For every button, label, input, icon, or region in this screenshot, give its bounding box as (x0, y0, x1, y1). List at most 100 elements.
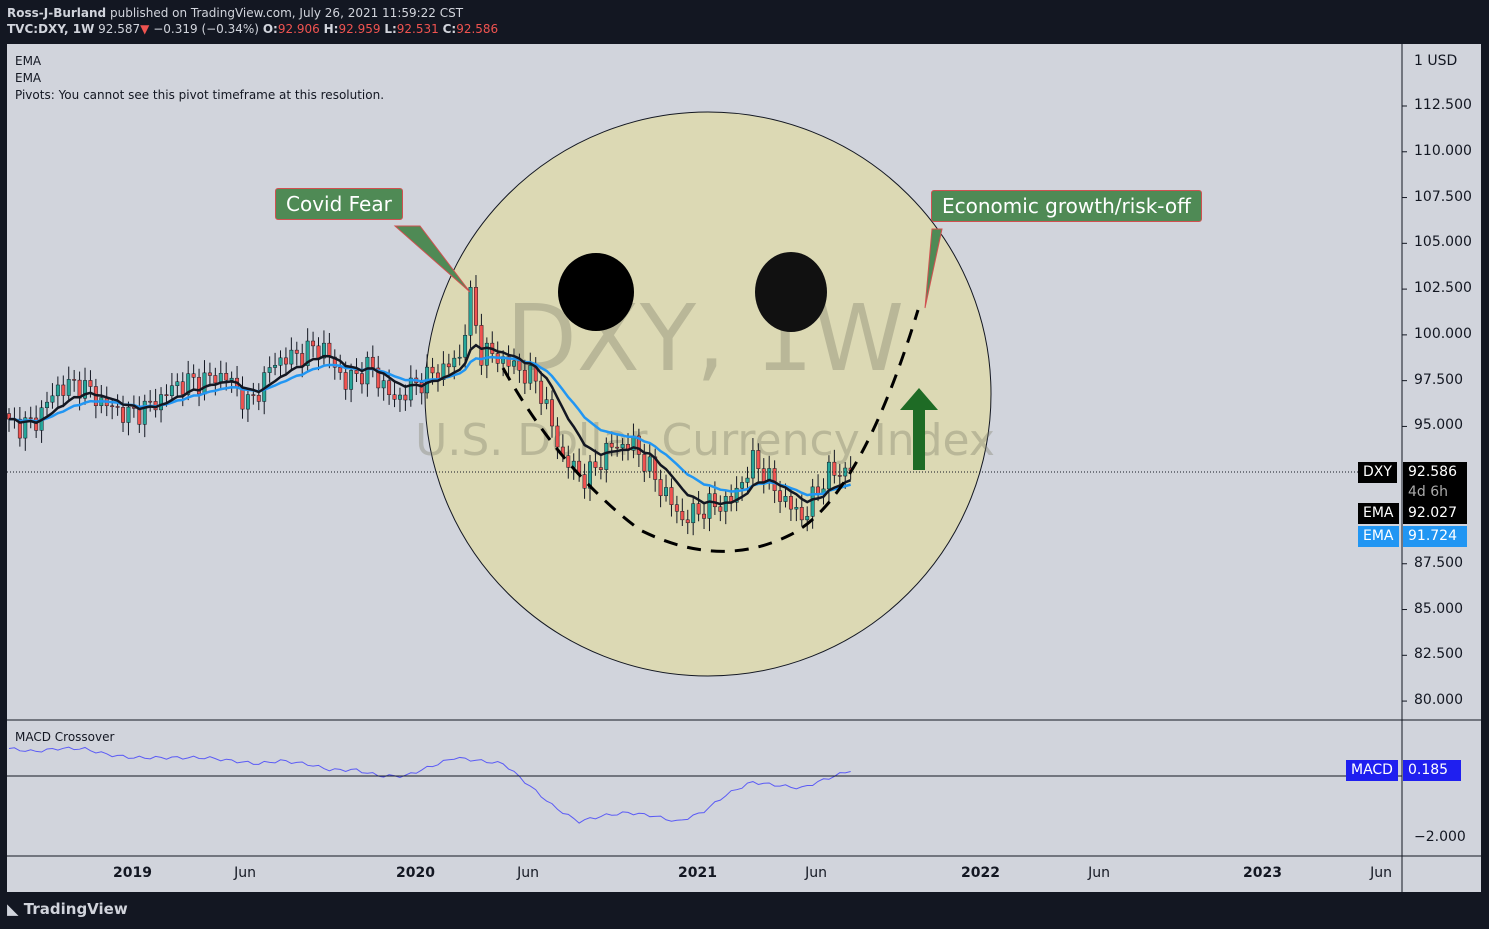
legend-ema-1[interactable]: EMA (15, 53, 384, 70)
candle-body (669, 487, 674, 505)
candle-body (816, 486, 821, 495)
price-tick: 82.500 (1414, 646, 1463, 663)
candle-body (354, 370, 359, 374)
candle-body (566, 455, 571, 468)
candle-body (555, 425, 560, 448)
candle-body (180, 381, 185, 395)
candle-body (761, 468, 766, 483)
candle-body (484, 342, 489, 366)
tradingview-logo[interactable]: ◣ TradingView (7, 900, 128, 918)
price-tick: 102.500 (1414, 280, 1472, 297)
price-tick: 80.000 (1414, 692, 1463, 709)
candle-body (360, 373, 364, 385)
candle-body (240, 387, 245, 410)
candle-body (251, 394, 256, 396)
ema-fast-tag-label: EMA (1358, 503, 1399, 524)
candle-body (664, 487, 668, 497)
candle-body (528, 365, 533, 384)
candle-body (544, 399, 549, 404)
candle-body (582, 474, 587, 489)
candle-body (707, 493, 712, 519)
candle-body (604, 443, 609, 470)
ema-slow-tag-value: 91.724 (1403, 526, 1467, 547)
candle-body (338, 367, 343, 373)
candle-body (826, 461, 831, 490)
chart-canvas[interactable]: DXY, 1WU.S. Dollar Currency Index (0, 0, 1489, 929)
price-tick: 110.000 (1414, 142, 1472, 159)
candle-body (539, 380, 544, 404)
candle-body (50, 395, 55, 403)
candle-body (387, 380, 392, 395)
candle-body (408, 377, 413, 401)
candle-body (110, 405, 115, 408)
candle-body (159, 394, 163, 411)
annotation-economic-growth[interactable]: Economic growth/risk-off (931, 190, 1202, 222)
candle-body (805, 516, 810, 521)
legend-pivots[interactable]: Pivots: You cannot see this pivot timefr… (15, 87, 384, 104)
dxy-tag-value: 92.586 (1403, 462, 1467, 483)
candle-body (446, 363, 451, 368)
ema-slow-tag-label: EMA (1358, 526, 1399, 547)
time-tick: 2023 (1243, 865, 1282, 881)
macd-axis-tick: −2.000 (1414, 829, 1466, 845)
candle-body (799, 507, 804, 521)
candle-body (522, 370, 527, 384)
candle-body (550, 399, 554, 427)
candle-body (256, 395, 261, 402)
macd-tag-value: 0.185 (1403, 760, 1461, 781)
logo-icon: ◣ (7, 900, 19, 918)
candle-body (343, 372, 348, 390)
candle-body (517, 360, 522, 371)
candle-body (398, 394, 402, 400)
candle-body (273, 365, 278, 368)
candle-body (126, 406, 131, 423)
candle-body (267, 367, 272, 373)
candle-body (289, 349, 294, 365)
candle-body (327, 342, 332, 358)
candle-body (680, 511, 685, 521)
time-tick: Jun (234, 865, 256, 881)
annotation-covid-fear[interactable]: Covid Fear (275, 188, 403, 220)
candle-body (658, 479, 663, 497)
candle-body (740, 482, 744, 489)
candle-body (756, 450, 761, 469)
candle-body (115, 406, 120, 408)
candle-body (45, 401, 49, 408)
candle-body (647, 456, 652, 472)
candle-body (137, 408, 142, 425)
candle-body (207, 372, 212, 376)
candle-body (685, 519, 690, 524)
candle-body (370, 356, 375, 369)
candle-body (300, 353, 305, 366)
price-tick: 107.500 (1414, 188, 1472, 205)
time-tick: Jun (805, 865, 827, 881)
candle-body (55, 384, 60, 397)
candle-body (691, 503, 696, 524)
candle-body (788, 496, 793, 510)
ema-fast-tag-value: 92.027 (1403, 503, 1467, 524)
candle-body (294, 349, 299, 354)
axis-unit: 1 USD (1414, 53, 1458, 69)
candle-body (229, 377, 234, 381)
candle-body (712, 493, 717, 508)
candle-body (224, 373, 229, 381)
candle-body (452, 357, 457, 368)
indicator-legend: EMA EMA Pivots: You cannot see this pivo… (15, 53, 384, 104)
legend-ema-2[interactable]: EMA (15, 70, 384, 87)
candle-body (213, 375, 218, 384)
macd-legend[interactable]: MACD Crossover (15, 730, 114, 744)
candle-body (718, 506, 723, 512)
candle-body (609, 443, 614, 448)
candle-body (620, 444, 625, 449)
candle-body (745, 477, 750, 483)
candle-body (278, 357, 283, 366)
dxy-tag-label: DXY (1358, 462, 1397, 483)
candle-body (512, 360, 516, 367)
candle-body (392, 394, 397, 400)
price-tick: 105.000 (1414, 234, 1472, 251)
candle-body (202, 372, 207, 395)
watermark-subtitle: U.S. Dollar Currency Index (415, 415, 995, 466)
candle-body (832, 461, 837, 476)
candle-body (61, 384, 66, 396)
candle-body (121, 407, 125, 423)
